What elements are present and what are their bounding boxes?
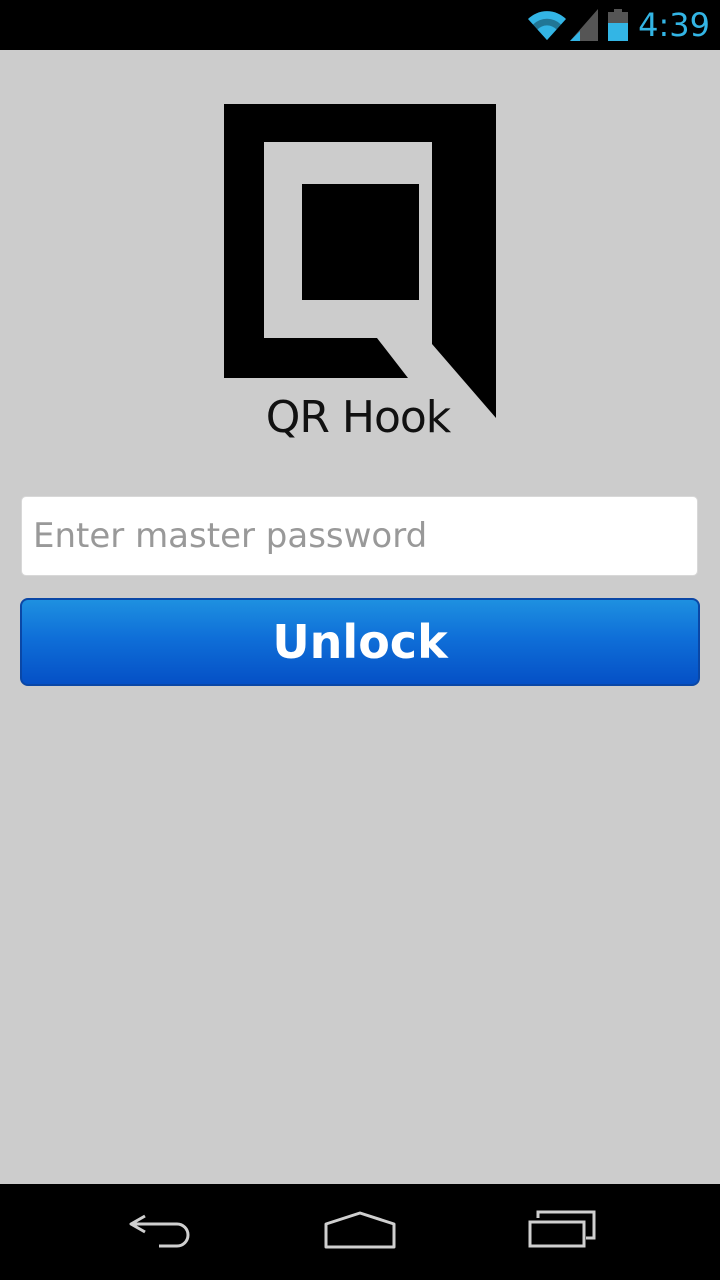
signal-icon (570, 9, 599, 41)
home-icon (322, 1210, 398, 1255)
app-name: QR Hook (265, 392, 452, 443)
back-button[interactable] (90, 1184, 230, 1280)
unlock-screen: 4:39 QR Hook Unlock (0, 0, 720, 1280)
recent-apps-icon (526, 1210, 598, 1255)
unlock-button[interactable]: Unlock (20, 598, 700, 686)
back-icon (125, 1210, 195, 1255)
wifi-icon (526, 8, 568, 42)
master-password-input[interactable] (21, 496, 698, 576)
status-icons: 4:39 (526, 0, 710, 50)
battery-icon (608, 9, 629, 41)
home-button[interactable] (290, 1184, 430, 1280)
qr-hook-logo-icon (222, 102, 498, 420)
recent-apps-button[interactable] (492, 1184, 632, 1280)
status-bar: 4:39 (0, 0, 720, 50)
status-clock: 4:39 (638, 6, 710, 44)
navigation-bar (0, 1184, 720, 1280)
